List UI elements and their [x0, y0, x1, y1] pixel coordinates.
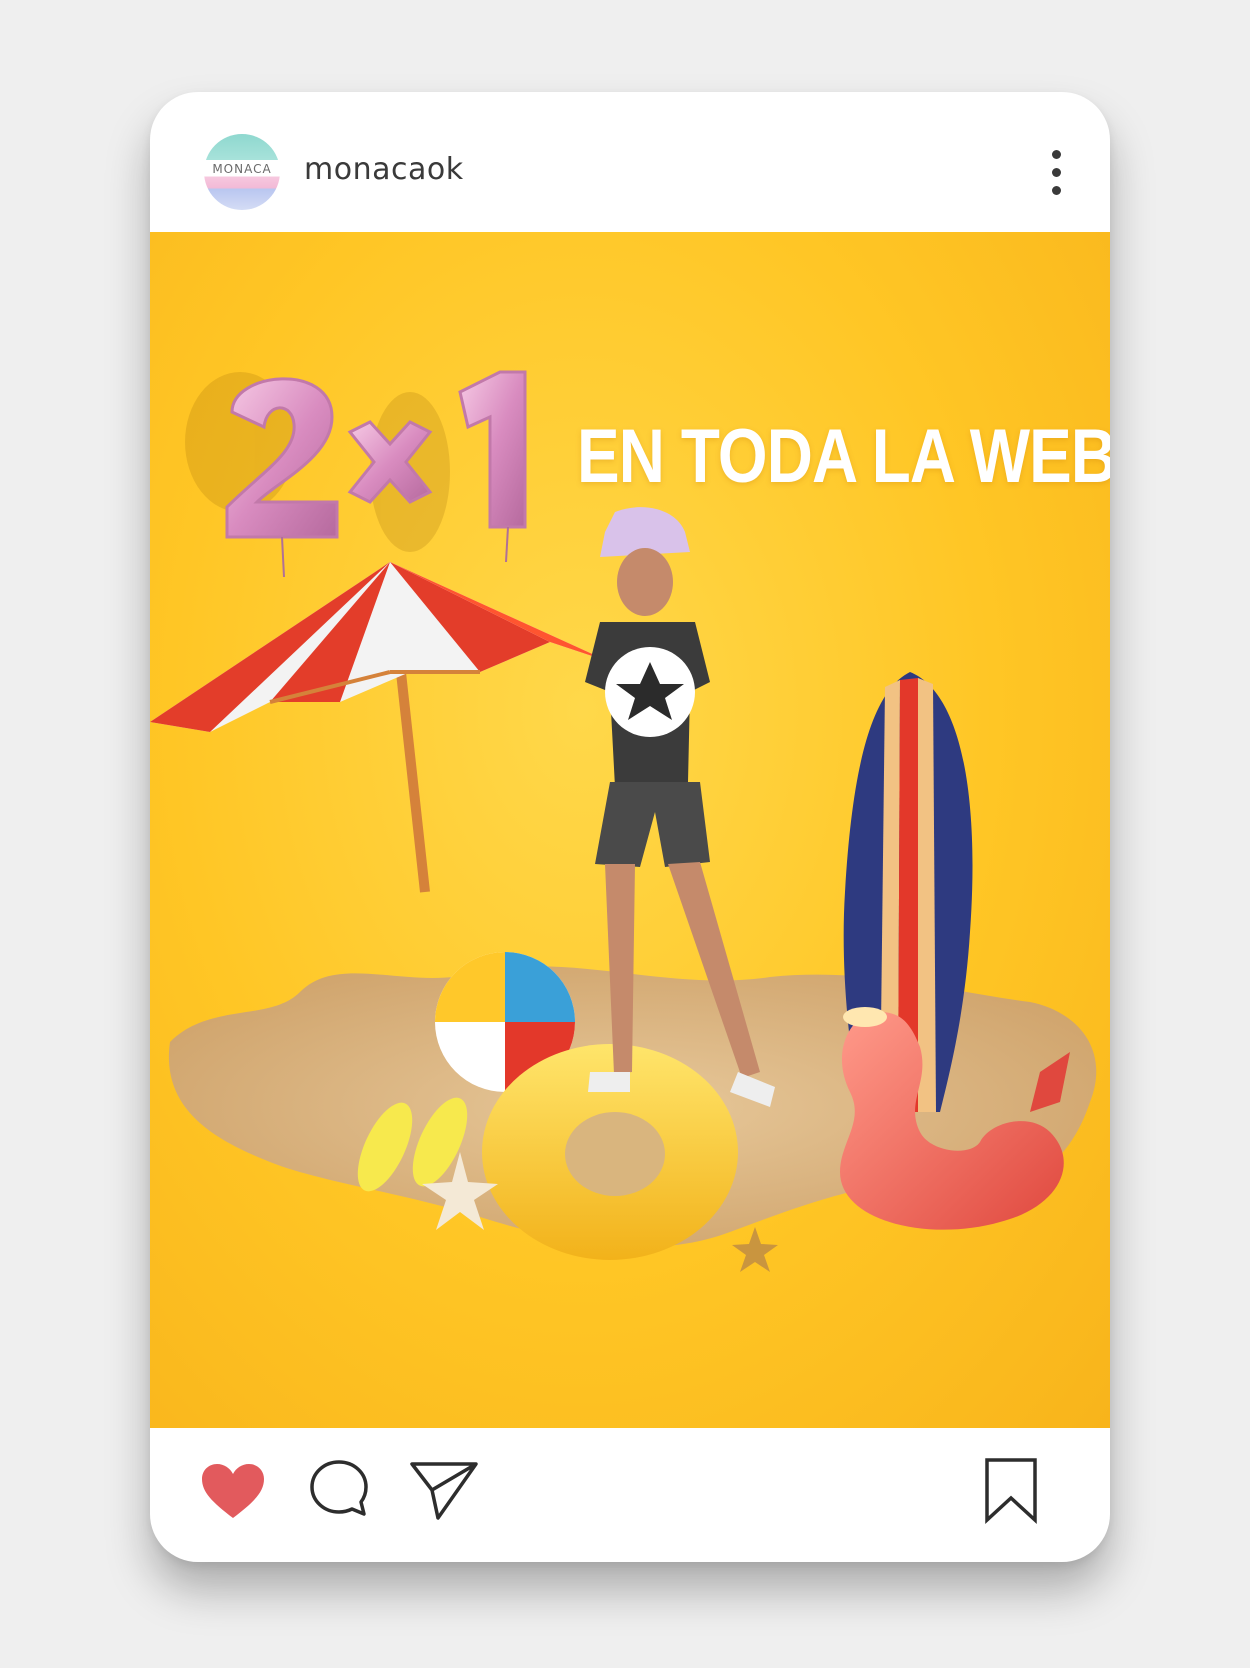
balloon-1 [458, 370, 527, 563]
post-image[interactable]: EN TODA LA WEB [150, 232, 1110, 1428]
starfish [732, 1227, 778, 1272]
more-options-icon[interactable] [1048, 150, 1064, 196]
avatar-logo-text: MONACA [212, 162, 272, 176]
promo-headline: EN TODA LA WEB [577, 414, 1110, 499]
action-bar [150, 1428, 1110, 1562]
beach-umbrella [150, 562, 610, 732]
comment-icon[interactable] [308, 1458, 370, 1518]
bookmark-icon[interactable] [982, 1456, 1040, 1524]
heart-icon[interactable] [200, 1462, 266, 1520]
username[interactable]: monacaok [304, 152, 464, 187]
post-header: MONACA monacaok [150, 92, 1110, 232]
post-card: MONACA monacaok EN TODA LA WEB [150, 92, 1110, 1562]
avatar[interactable]: MONACA [204, 134, 280, 210]
beach-scene-illustration [150, 370, 1097, 1272]
send-icon[interactable] [408, 1458, 480, 1522]
